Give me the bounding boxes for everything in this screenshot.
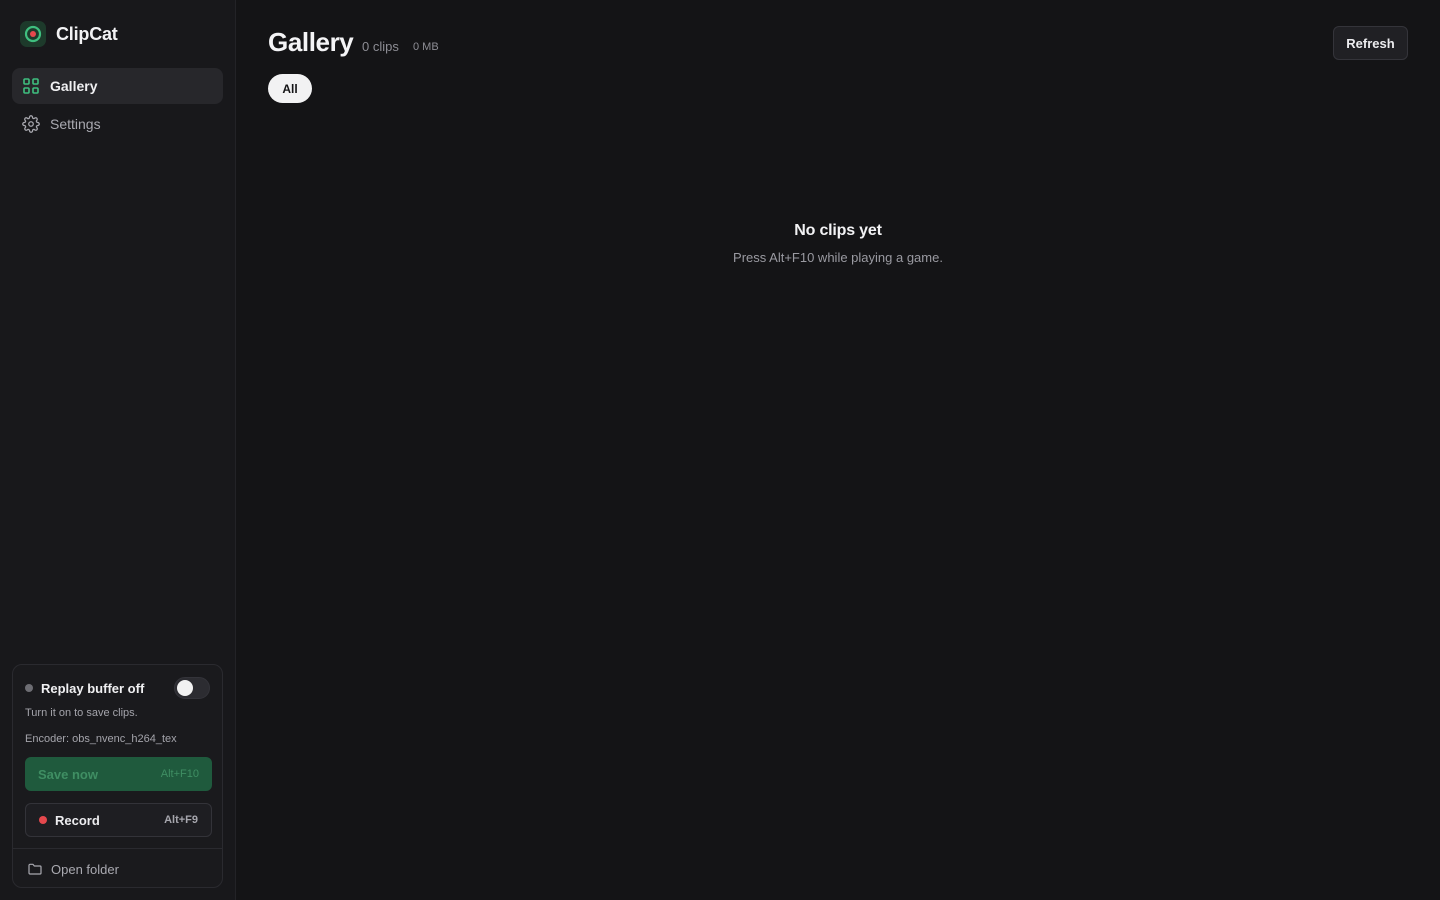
replay-buffer-header: Replay buffer off [25,677,210,699]
refresh-button[interactable]: Refresh [1333,26,1408,60]
open-folder-button[interactable]: Open folder [27,859,119,879]
app-name: ClipCat [56,23,118,44]
page-title: Gallery [268,27,354,57]
record-dot-icon [39,816,47,824]
clip-count: 0 clips [362,39,399,54]
sidebar-nav: Gallery Settings [12,68,223,144]
filter-chip-all[interactable]: All [268,74,312,103]
sidebar-item-settings[interactable]: Settings [12,106,223,142]
brand: ClipCat [20,21,118,47]
replay-buffer-title: Replay buffer off [41,680,145,696]
toggle-knob [177,680,193,696]
save-now-button[interactable]: Save now Alt+F10 [25,757,212,791]
folder-icon [28,863,42,875]
sidebar: ClipCat Gallery Settings Replay buffer o… [0,0,236,900]
app-window: ClipCat Gallery Settings Replay buffer o… [0,0,1440,900]
empty-state-title: No clips yet [794,222,882,239]
empty-state: No clips yet Press Alt+F10 while playing… [236,222,1440,265]
open-folder-label: Open folder [51,861,119,877]
record-shortcut: Alt+F9 [164,814,198,826]
sidebar-item-label: Settings [50,116,101,132]
replay-buffer-card: Replay buffer off Turn it on to save cli… [12,664,223,888]
card-divider [13,848,222,849]
replay-status-dot [25,684,33,692]
save-now-shortcut: Alt+F10 [160,768,199,780]
save-now-label: Save now [38,766,98,782]
clipcat-logo-icon [20,21,46,47]
record-label: Record [55,812,100,828]
sidebar-item-label: Gallery [50,78,98,94]
replay-buffer-toggle[interactable] [174,677,210,699]
gear-icon [22,115,40,133]
empty-state-hint: Press Alt+F10 while playing a game. [733,250,943,265]
main-content: Gallery 0 clips 0 MB Refresh All No clip… [236,0,1440,900]
clip-size: 0 MB [413,41,439,53]
sidebar-item-gallery[interactable]: Gallery [12,68,223,104]
replay-buffer-hint: Turn it on to save clips. [25,707,138,719]
grid-icon [23,78,39,94]
encoder-label: Encoder: obs_nvenc_h264_tex [25,733,177,745]
record-button[interactable]: Record Alt+F9 [25,803,212,837]
